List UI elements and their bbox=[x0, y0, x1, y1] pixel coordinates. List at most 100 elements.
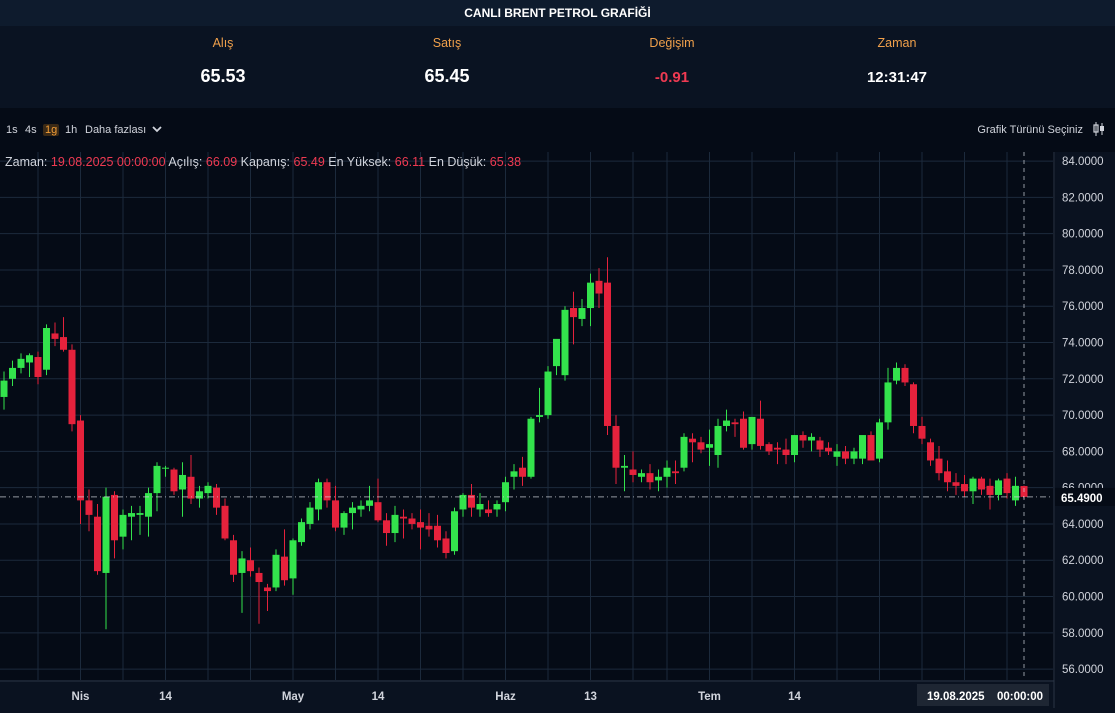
candle-body bbox=[400, 516, 407, 519]
candle-body bbox=[918, 425, 926, 439]
candle-body bbox=[213, 487, 220, 508]
quote-panel: Alış 65.53 Satış 65.45 Değişim -0.91 Zam… bbox=[0, 26, 1115, 108]
candle-body bbox=[578, 308, 586, 319]
candle bbox=[876, 418, 883, 463]
candle-body bbox=[961, 484, 968, 492]
candle-body bbox=[663, 467, 671, 477]
candle-body bbox=[612, 425, 620, 468]
candle-body bbox=[825, 447, 832, 452]
candle bbox=[604, 257, 611, 436]
candle-body bbox=[519, 467, 526, 477]
candle bbox=[272, 549, 280, 592]
candle bbox=[544, 366, 552, 419]
candle bbox=[68, 344, 76, 432]
candle-body bbox=[553, 338, 560, 367]
candle-body bbox=[128, 513, 135, 517]
candle-body bbox=[247, 560, 254, 572]
candle-body bbox=[264, 587, 271, 592]
x-tick-label: 14 bbox=[788, 691, 801, 703]
candle-body bbox=[697, 442, 705, 450]
candle-body bbox=[366, 500, 373, 506]
candle-body bbox=[604, 282, 611, 426]
candle-body bbox=[561, 309, 569, 376]
candlestick-chart[interactable]: 84.0000 82.0000 80.0000 78.0000 76.0000 74.00… bbox=[0, 152, 1115, 708]
candle-body bbox=[995, 480, 1002, 495]
candle-body bbox=[85, 500, 93, 515]
x-tick-label: Haz bbox=[495, 691, 516, 703]
candle-body bbox=[408, 518, 416, 524]
y-tick-label: 60.0000 bbox=[1062, 592, 1104, 604]
candle-body bbox=[850, 451, 858, 459]
candle-body bbox=[315, 482, 322, 510]
candle-body bbox=[884, 382, 892, 423]
candle-body bbox=[723, 420, 730, 426]
more-timeframes-dropdown[interactable]: Daha fazlası bbox=[85, 124, 162, 136]
candle-body bbox=[774, 447, 781, 450]
x-tick-label: 14 bbox=[372, 691, 385, 703]
candle-body bbox=[791, 435, 798, 456]
ask-quote: Satış 65.45 bbox=[367, 26, 527, 87]
candle-body bbox=[765, 444, 773, 452]
candle-body bbox=[986, 485, 994, 495]
candle-body bbox=[391, 514, 399, 534]
candle bbox=[43, 324, 50, 376]
candle-body bbox=[238, 558, 246, 573]
legend-close-label: Kapanış: bbox=[240, 155, 291, 169]
candle-body bbox=[136, 513, 144, 515]
price-chart[interactable]: 84.0000 82.0000 80.0000 78.0000 76.0000 74.00… bbox=[0, 152, 1115, 708]
chart-type-select[interactable]: Grafik Türünü Seçiniz bbox=[977, 124, 1083, 136]
candle-body bbox=[476, 504, 484, 510]
timeframe-4s[interactable]: 4s bbox=[25, 124, 37, 136]
candle-body bbox=[969, 478, 977, 492]
candle-body bbox=[570, 308, 577, 318]
y-tick-label: 62.0000 bbox=[1062, 555, 1104, 567]
timeframe-1g[interactable]: 1g bbox=[43, 124, 60, 136]
crosshair-date-label: 19.08.2025 bbox=[927, 691, 985, 703]
candle-body bbox=[68, 349, 76, 425]
y-tick-label: 72.0000 bbox=[1062, 374, 1104, 386]
bid-label: Alış bbox=[212, 36, 234, 50]
timeframe-1h[interactable]: 1h bbox=[65, 124, 77, 136]
candle-body bbox=[187, 476, 195, 499]
candle-body bbox=[510, 471, 518, 477]
candle-body bbox=[0, 380, 8, 397]
candle-body bbox=[434, 525, 441, 541]
candle-body bbox=[493, 504, 501, 510]
crosshair-time-label: 00:00:00 bbox=[997, 691, 1043, 703]
candle bbox=[451, 507, 458, 555]
candle-body bbox=[272, 554, 280, 588]
candle-body bbox=[255, 572, 263, 583]
candle-body bbox=[119, 514, 127, 537]
candle-body bbox=[782, 449, 790, 456]
y-tick-label: 82.0000 bbox=[1062, 192, 1104, 204]
candlestick-icon[interactable] bbox=[1092, 121, 1106, 137]
legend-low-value: 65.38 bbox=[489, 155, 522, 169]
last-price-label: 65.4900 bbox=[1061, 493, 1103, 505]
candle-body bbox=[332, 500, 339, 528]
app-title: CANLI BRENT PETROL GRAFİĞİ bbox=[0, 0, 1115, 26]
timeframe-1s[interactable]: 1s bbox=[6, 124, 18, 136]
candle-body bbox=[230, 540, 237, 575]
ohlc-legend: Zaman: 19.08.2025 00:00:00 Açılış: 66.09… bbox=[5, 155, 521, 169]
candle-body bbox=[417, 522, 424, 528]
candle-body bbox=[323, 482, 331, 501]
candle-body bbox=[867, 435, 875, 461]
candle-body bbox=[927, 442, 934, 461]
candle bbox=[170, 467, 178, 495]
candle-body bbox=[340, 513, 348, 528]
y-tick-label: 78.0000 bbox=[1062, 265, 1104, 277]
candle-body bbox=[748, 416, 756, 445]
y-tick-label: 74.0000 bbox=[1062, 338, 1104, 350]
candle-body bbox=[910, 384, 917, 426]
candle bbox=[561, 306, 569, 381]
candle-body bbox=[306, 507, 314, 524]
legend-close-value: 65.49 bbox=[293, 155, 325, 169]
candle-body bbox=[672, 471, 679, 474]
y-tick-label: 84.0000 bbox=[1062, 156, 1104, 168]
candle-body bbox=[374, 502, 382, 521]
candle-body bbox=[859, 435, 866, 459]
candle-body bbox=[740, 418, 747, 448]
candle-body bbox=[808, 436, 815, 441]
candle-body bbox=[442, 538, 450, 553]
candle-body bbox=[94, 516, 101, 572]
